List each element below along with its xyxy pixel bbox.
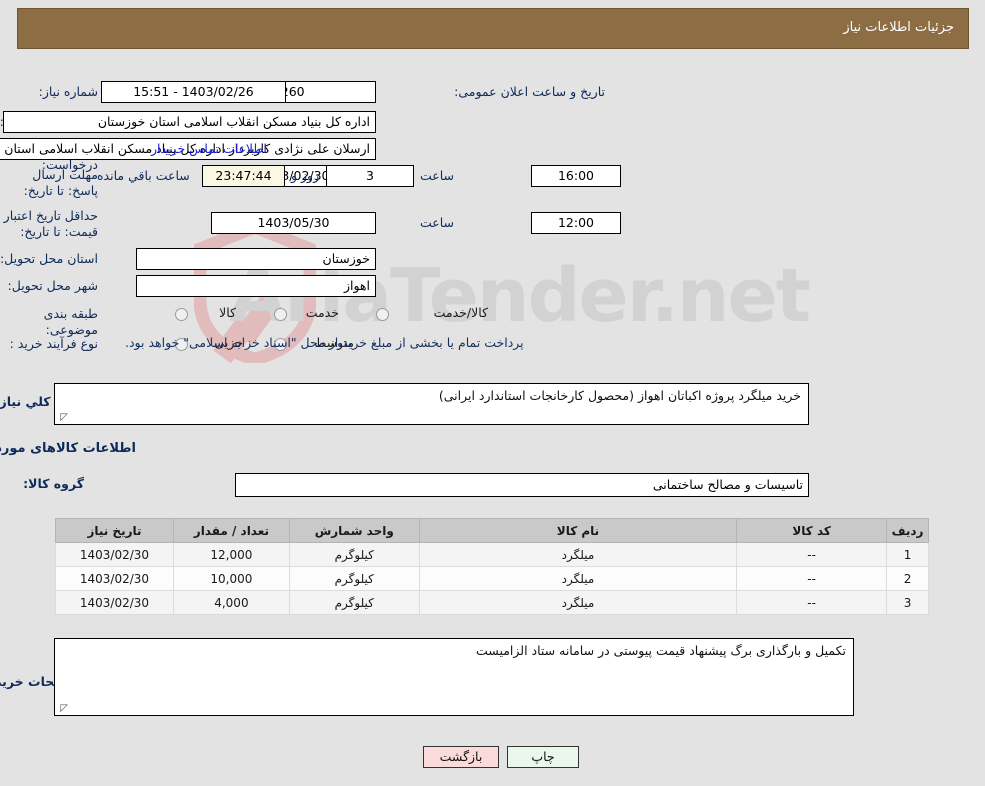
deadline-hour-label: ساعت <box>420 168 455 183</box>
price-validity-hour-value: 12:00 <box>532 212 622 234</box>
goods-group-value: تاسیسات و مصالح ساختمانی <box>236 473 810 497</box>
page-header-bar: جزئیات اطلاعات نیاز <box>18 8 970 49</box>
remaining-time-countdown: 23:47:44 <box>203 165 286 187</box>
cell-unit: کیلوگرم <box>289 566 421 591</box>
th-unit: واحد شمارش <box>289 518 421 543</box>
city-label: شهر محل تحویل: <box>8 278 99 293</box>
table-row: 1 -- میلگرد کیلوگرم 12,000 1403/02/30 <box>56 542 930 567</box>
overall-desc-textarea[interactable]: خرید میلگرد پروژه اکباتان اهواز (محصول ک… <box>55 383 810 425</box>
print-button[interactable]: چاپ <box>508 746 580 768</box>
radio-category-khedmat-label: خدمت <box>306 305 340 320</box>
goods-group-label: گروه کالا: <box>24 476 85 491</box>
price-validity-date-value: 1403/05/30 <box>212 212 377 234</box>
back-button[interactable]: بازگشت <box>424 746 500 768</box>
buyer-contact-link[interactable]: اطلاعات تماس خریدار <box>152 141 268 156</box>
process-label: نوع فرآیند خرید : <box>10 336 99 351</box>
province-value: خوزستان <box>137 248 377 270</box>
goods-table: ردیف کد کالا نام کالا واحد شمارش تعداد /… <box>56 518 930 615</box>
page-title: جزئیات اطلاعات نیاز <box>844 20 955 35</box>
province-label: استان محل تحویل: <box>0 251 99 266</box>
cell-name: میلگرد <box>419 566 739 591</box>
th-qty: تعداد / مقدار <box>173 518 291 543</box>
radio-category-kala[interactable] <box>176 308 189 321</box>
cell-code: -- <box>737 590 889 615</box>
table-row: 2 -- میلگرد کیلوگرم 10,000 1403/02/30 <box>56 566 930 591</box>
cell-radif: 1 <box>887 542 930 567</box>
resize-handle-icon[interactable]: ◸ <box>59 413 69 423</box>
cell-qty: 4,000 <box>173 590 291 615</box>
cell-name: میلگرد <box>419 542 739 567</box>
remaining-time-suffix: ساعت باقي مانده <box>98 168 191 183</box>
buyer-org-value: اداره کل بنیاد مسکن انقلاب اسلامی استان … <box>4 111 377 133</box>
radio-category-kala-khedmat-label: کالا/خدمت <box>434 305 489 320</box>
radio-category-kala-khedmat[interactable] <box>377 308 390 321</box>
cell-code: -- <box>737 566 889 591</box>
radio-category-khedmat[interactable] <box>275 308 288 321</box>
overall-desc-value: خرید میلگرد پروژه اکباتان اهواز (محصول ک… <box>439 388 802 403</box>
price-validity-label: حداقل تاریخ اعتبار قیمت: تا تاریخ: <box>4 208 99 239</box>
cell-unit: کیلوگرم <box>289 590 421 615</box>
tender-details-page: AriaTender.net جزئیات اطلاعات نیاز شماره… <box>0 0 985 786</box>
th-radif: ردیف <box>887 518 930 543</box>
price-validity-hour-label: ساعت <box>420 215 455 230</box>
goods-info-heading: اطلاعات کالاهای مورد نیاز <box>0 441 137 456</box>
th-name: نام کالا <box>419 518 739 543</box>
table-header-row: ردیف کد کالا نام کالا واحد شمارش تعداد /… <box>56 518 930 543</box>
public-announce-value: 1403/02/26 - 15:51 <box>102 81 287 103</box>
remaining-days-value: 3 <box>327 165 415 187</box>
cell-radif: 2 <box>887 566 930 591</box>
deadline-hour-value: 16:00 <box>532 165 622 187</box>
category-label: طبقه بندی موضوعی: <box>44 306 99 337</box>
cell-qty: 12,000 <box>173 542 291 567</box>
deadline-label: مهلت ارسال پاسخ: تا تاریخ: <box>24 167 99 198</box>
buyer-notes-textarea[interactable]: تکمیل و بارگذاری برگ پیشنهاد قیمت پیوستی… <box>55 638 855 716</box>
need-number-label: شماره نیاز: <box>39 84 99 99</box>
radio-category-kala-label: کالا <box>220 305 237 320</box>
public-announce-label: تاریخ و ساعت اعلان عمومی: <box>455 84 606 99</box>
remaining-days-separator: روز و <box>292 168 321 183</box>
th-code: کد کالا <box>737 518 889 543</box>
cell-date: 1403/02/30 <box>56 542 175 567</box>
resize-handle-icon[interactable]: ◸ <box>59 704 69 714</box>
th-date: تاریخ نیاز <box>56 518 175 543</box>
payment-note: پرداخت تمام یا بخشی از مبلغ خرید،از محل … <box>126 335 525 350</box>
cell-code: -- <box>737 542 889 567</box>
cell-name: میلگرد <box>419 590 739 615</box>
cell-qty: 10,000 <box>173 566 291 591</box>
buyer-notes-value: تکمیل و بارگذاری برگ پیشنهاد قیمت پیوستی… <box>477 643 847 658</box>
cell-radif: 3 <box>887 590 930 615</box>
cell-date: 1403/02/30 <box>56 566 175 591</box>
cell-date: 1403/02/30 <box>56 590 175 615</box>
city-value: اهواز <box>137 275 377 297</box>
table-row: 3 -- میلگرد کیلوگرم 4,000 1403/02/30 <box>56 590 930 615</box>
cell-unit: کیلوگرم <box>289 542 421 567</box>
